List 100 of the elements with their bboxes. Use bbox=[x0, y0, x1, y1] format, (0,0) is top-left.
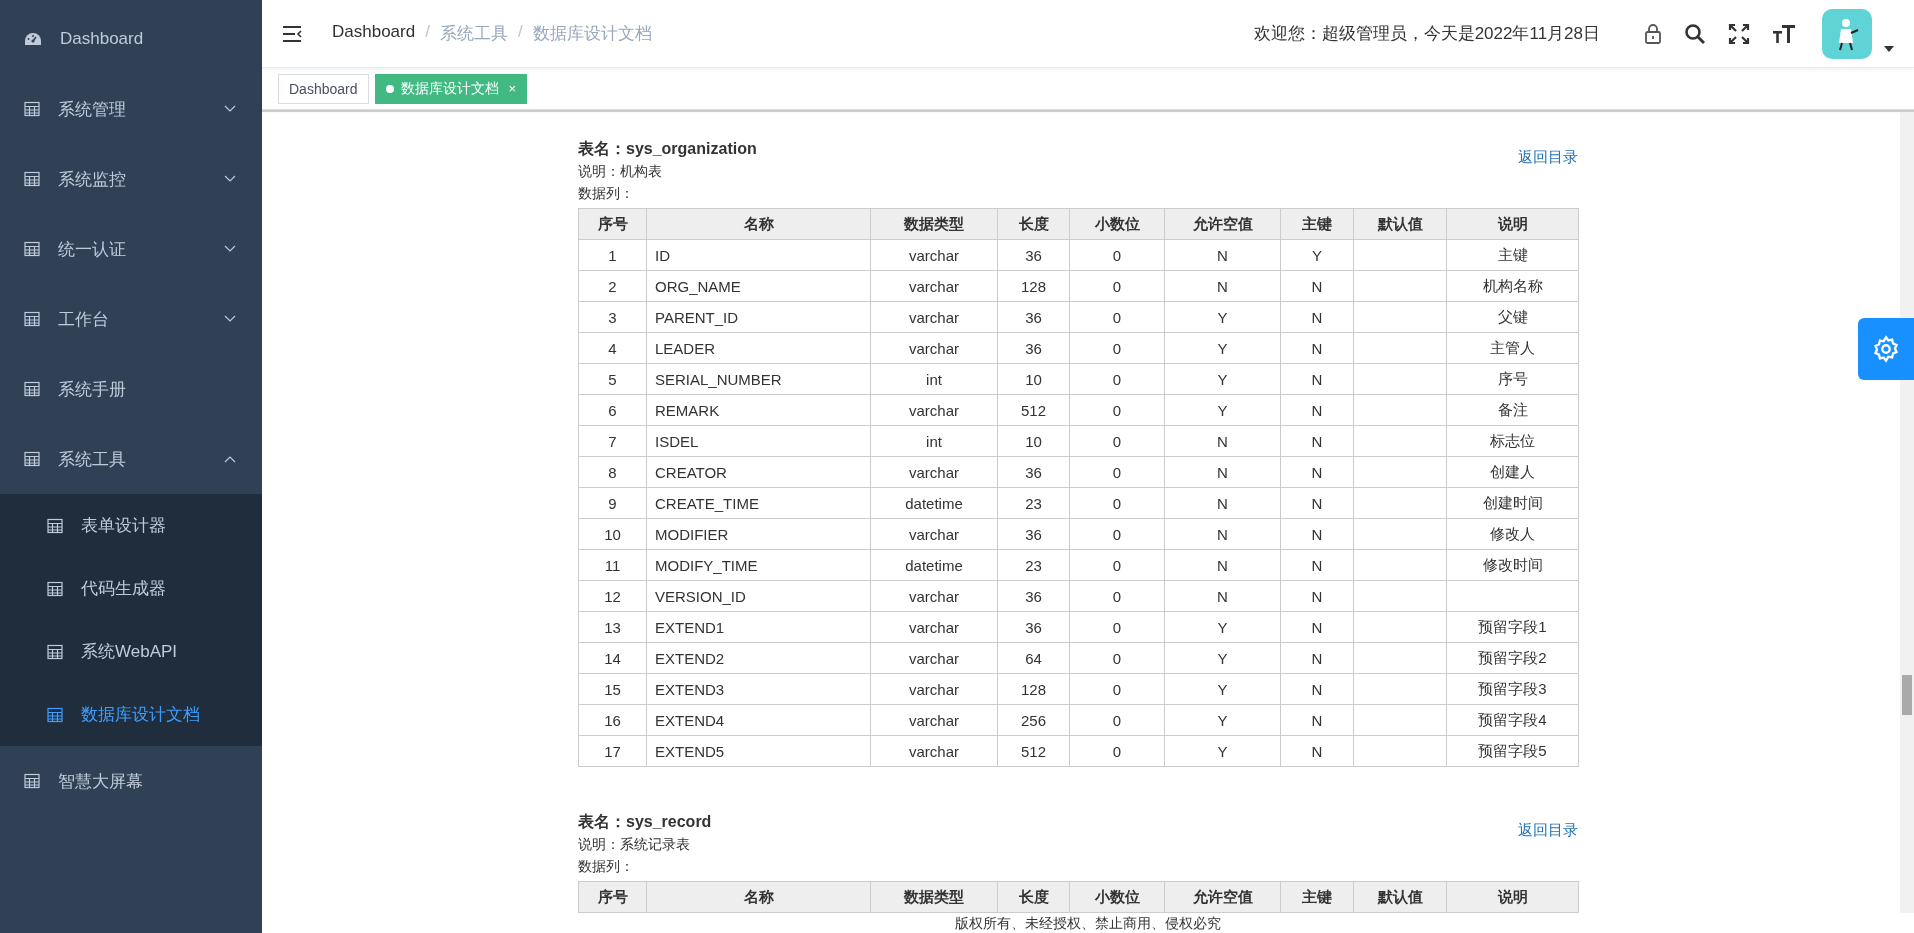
columns-label: 数据列： bbox=[578, 857, 635, 876]
table-cell: N bbox=[1217, 587, 1228, 605]
table-cell: Y bbox=[1217, 742, 1228, 760]
table-cell: REMARK bbox=[655, 401, 720, 419]
table-cell: 36 bbox=[1025, 308, 1042, 326]
table-cell: varchar bbox=[909, 401, 959, 419]
table-cell: Y bbox=[1217, 370, 1228, 388]
submenu-item[interactable]: 代码生成器 bbox=[0, 557, 262, 620]
column-header: 小数位 bbox=[1069, 881, 1165, 913]
table-cell: 备注 bbox=[1497, 400, 1528, 418]
table-cell: 23 bbox=[1025, 494, 1042, 512]
column-header: 名称 bbox=[646, 208, 871, 240]
table-cell: 36 bbox=[1025, 339, 1042, 357]
table-cell: N bbox=[1311, 649, 1323, 667]
settings-button[interactable] bbox=[1858, 318, 1914, 380]
menu-item[interactable]: Dashboard bbox=[0, 4, 262, 74]
table-cell: 12 bbox=[604, 587, 621, 605]
table-cell: N bbox=[1217, 525, 1228, 543]
table-cell: int bbox=[926, 370, 942, 388]
table-cell: N bbox=[1311, 556, 1323, 574]
table-name: 表名：sys_record bbox=[578, 812, 712, 832]
tab[interactable]: Dashboard bbox=[278, 73, 369, 104]
table-icon bbox=[47, 643, 63, 660]
submenu-item[interactable]: 系统WebAPI bbox=[0, 620, 262, 683]
table-cell: varchar bbox=[909, 649, 959, 667]
table-cell: 1 bbox=[608, 246, 617, 264]
table-cell: varchar bbox=[909, 587, 959, 605]
table-icon bbox=[24, 773, 40, 789]
menu-icon[interactable] bbox=[282, 24, 302, 43]
table-cell: 预留字段2 bbox=[1478, 648, 1547, 666]
submenu-item[interactable]: 数据库设计文档 bbox=[0, 683, 262, 746]
table-cell: 修改人 bbox=[1490, 524, 1535, 542]
table-cell: 4 bbox=[608, 339, 617, 357]
menu-group[interactable]: 系统监控 bbox=[0, 144, 262, 214]
table-cell: MODIFY_TIME bbox=[655, 556, 758, 574]
column-header: 说明 bbox=[1446, 208, 1579, 240]
table-cell: 14 bbox=[604, 649, 621, 667]
table-cell: N bbox=[1311, 742, 1323, 760]
table-cell: Y bbox=[1217, 401, 1228, 419]
table-cell: 6 bbox=[608, 401, 617, 419]
menu-item[interactable]: 系统手册 bbox=[0, 354, 262, 424]
back-to-contents-link[interactable]: 返回目录 bbox=[1518, 821, 1578, 840]
table-cell: 修改时间 bbox=[1482, 555, 1543, 573]
table-cell: 23 bbox=[1025, 556, 1042, 574]
table-cell: Y bbox=[1217, 339, 1228, 357]
table-cell: 0 bbox=[1112, 680, 1122, 698]
table-cell: datetime bbox=[905, 556, 963, 574]
text-size-icon[interactable] bbox=[1772, 23, 1796, 44]
dashboard-icon bbox=[24, 31, 42, 47]
menu-item[interactable]: 智慧大屏幕 bbox=[0, 746, 262, 816]
table-cell: 10 bbox=[1025, 370, 1042, 388]
menu-group[interactable]: 统一认证 bbox=[0, 214, 262, 284]
table-icon bbox=[24, 101, 40, 117]
table-cell: N bbox=[1311, 587, 1323, 605]
table-cell: N bbox=[1311, 277, 1323, 295]
table-cell: 序号 bbox=[1497, 369, 1528, 387]
table-cell: 0 bbox=[1112, 463, 1122, 481]
menu-group[interactable]: 工作台 bbox=[0, 284, 262, 354]
table-cell: 0 bbox=[1112, 556, 1122, 574]
table-cell: 父键 bbox=[1497, 307, 1528, 325]
column-header: 序号 bbox=[578, 881, 647, 913]
avatar[interactable] bbox=[1822, 8, 1872, 59]
table-cell: 0 bbox=[1112, 308, 1122, 326]
column-header: 数据类型 bbox=[870, 208, 998, 240]
table-cell: 128 bbox=[1021, 680, 1046, 698]
table-cell: N bbox=[1311, 680, 1323, 698]
column-header: 允许空值 bbox=[1164, 208, 1281, 240]
table-cell: Y bbox=[1312, 246, 1322, 264]
table-cell: 10 bbox=[604, 525, 621, 543]
search-icon[interactable] bbox=[1684, 22, 1706, 45]
back-to-contents-link[interactable]: 返回目录 bbox=[1518, 148, 1578, 167]
scrollbar-thumb[interactable] bbox=[1902, 675, 1912, 715]
submenu-item[interactable]: 表单设计器 bbox=[0, 494, 262, 557]
table-cell: Y bbox=[1217, 618, 1228, 636]
table-cell: 0 bbox=[1112, 742, 1122, 760]
table-cell: 36 bbox=[1025, 463, 1042, 481]
table-cell: 创建人 bbox=[1490, 462, 1535, 480]
column-header: 名称 bbox=[646, 881, 871, 913]
table-cell: 机构名称 bbox=[1482, 276, 1543, 294]
status-dot-icon bbox=[385, 84, 394, 93]
table-cell: SERIAL_NUMBER bbox=[655, 370, 782, 388]
table-cell: 10 bbox=[1025, 432, 1042, 450]
table-cell: 0 bbox=[1112, 618, 1122, 636]
table-icon bbox=[47, 706, 63, 723]
lock-icon[interactable] bbox=[1644, 23, 1662, 44]
menu-group[interactable]: 系统管理 bbox=[0, 74, 262, 144]
breadcrumb-item[interactable]: Dashboard bbox=[332, 22, 416, 45]
table-cell: N bbox=[1311, 432, 1323, 450]
table-cell: varchar bbox=[909, 742, 959, 760]
column-header: 主键 bbox=[1280, 881, 1354, 913]
table-cell: N bbox=[1217, 277, 1228, 295]
fullscreen-icon[interactable] bbox=[1728, 22, 1750, 45]
table-cell: 17 bbox=[604, 742, 621, 760]
table-cell: 0 bbox=[1112, 370, 1122, 388]
table-cell: int bbox=[926, 432, 942, 450]
caret-down-icon[interactable] bbox=[1884, 45, 1894, 52]
menu-group[interactable]: 系统工具 bbox=[0, 424, 262, 494]
table-cell: 2 bbox=[608, 277, 617, 295]
table-cell: 0 bbox=[1112, 401, 1122, 419]
table-cell: N bbox=[1311, 494, 1323, 512]
